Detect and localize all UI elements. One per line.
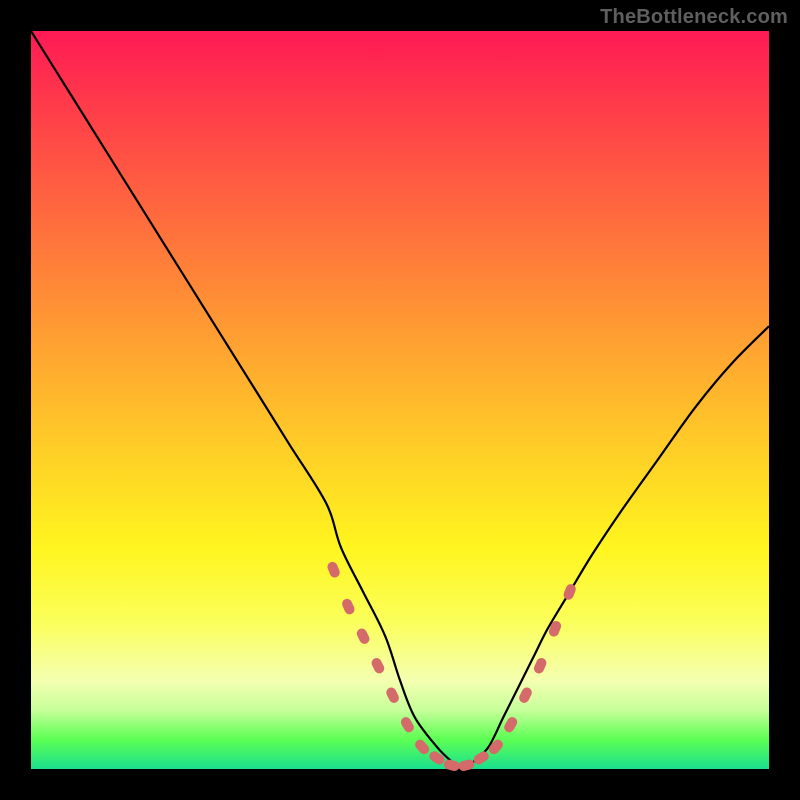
curve-marker (443, 759, 461, 773)
curve-marker (562, 583, 577, 602)
curve-marker (326, 560, 341, 579)
curve-marker (472, 749, 491, 766)
curve-marker (340, 597, 356, 616)
curve-marker (385, 686, 401, 705)
curve-marker (427, 749, 446, 766)
bottleneck-curve (31, 31, 769, 769)
curve-marker (370, 656, 386, 675)
curve-marker (517, 686, 533, 705)
curve-marker (399, 715, 416, 734)
curve-marker (502, 715, 519, 734)
curve-marker (547, 620, 562, 639)
plot-area (31, 31, 769, 769)
curve-marker (487, 738, 505, 757)
curve-marker (532, 656, 548, 675)
curve-marker (413, 738, 431, 757)
curve-marker (457, 759, 475, 773)
curve-svg (31, 31, 769, 769)
watermark-text: TheBottleneck.com (600, 6, 788, 29)
curve-marker (355, 627, 371, 646)
chart-frame: TheBottleneck.com (0, 0, 800, 800)
